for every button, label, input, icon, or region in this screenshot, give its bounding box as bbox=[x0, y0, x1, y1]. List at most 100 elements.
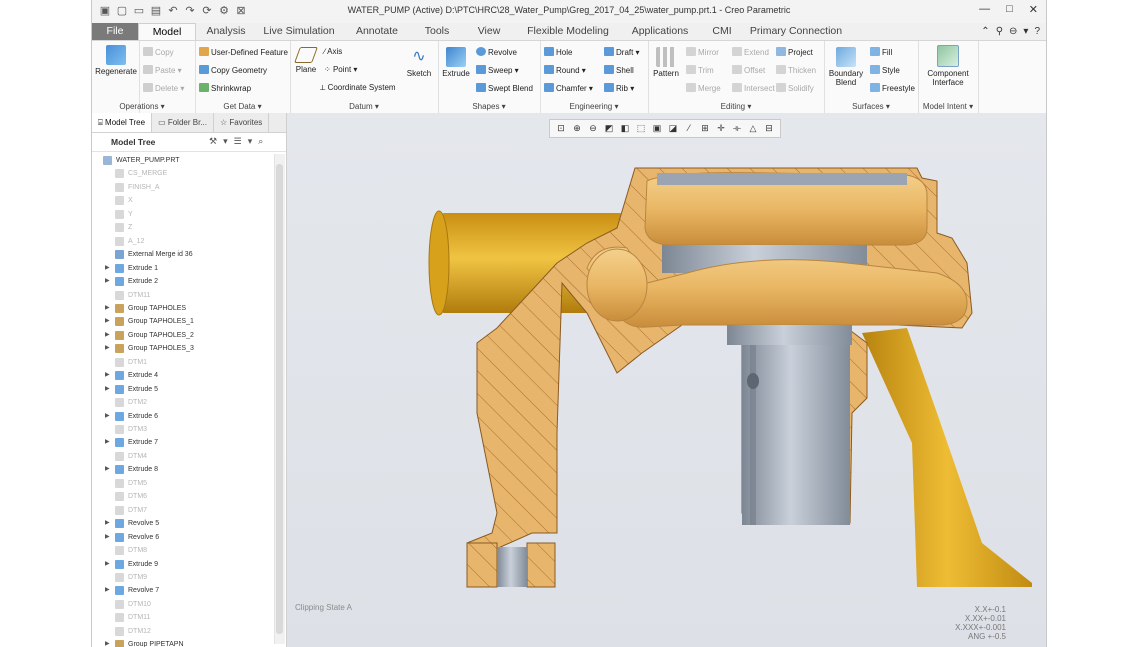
expand-arrow-icon[interactable]: ▶ bbox=[105, 369, 110, 382]
round-button[interactable]: Round ▾ bbox=[544, 65, 586, 76]
plane-button[interactable]: Plane bbox=[292, 47, 320, 74]
thicken-button[interactable]: Thicken bbox=[776, 65, 816, 76]
sweep-button[interactable]: Sweep ▾ bbox=[476, 65, 519, 76]
merge-button[interactable]: Merge bbox=[686, 83, 721, 94]
annotation-display-icon[interactable]: ⊞ bbox=[698, 122, 712, 135]
close-button[interactable]: ✕ bbox=[1029, 3, 1038, 16]
solidify-button[interactable]: Solidify bbox=[776, 83, 814, 94]
datum-display-icon[interactable]: ⁄ bbox=[682, 122, 696, 135]
sketch-button[interactable]: ∿ Sketch bbox=[404, 47, 434, 78]
tab-tools[interactable]: Tools bbox=[412, 23, 462, 40]
expand-arrow-icon[interactable]: ▶ bbox=[105, 531, 110, 544]
inlet-pipe-end[interactable] bbox=[428, 210, 450, 316]
tab-primary-connection[interactable]: Primary Connection bbox=[744, 23, 848, 40]
refit-icon[interactable]: ⊡ bbox=[554, 122, 568, 135]
chevron-down-icon[interactable]: ▾ bbox=[248, 136, 253, 147]
graphics-viewport[interactable]: ⊡ ⊕ ⊖ ◩ ◧ ⬚ ▣ ◪ ⁄ ⊞ ✛ ⟛ △ ⊟ Clipping Sta… bbox=[287, 113, 1046, 647]
help-icon[interactable]: ? bbox=[1034, 26, 1040, 37]
tab-applications[interactable]: Applications bbox=[620, 23, 700, 40]
center-foot-pad[interactable] bbox=[526, 542, 556, 588]
group-label-model-intent[interactable]: Model Intent ▾ bbox=[918, 102, 978, 111]
freestyle-button[interactable]: Freestyle bbox=[870, 83, 915, 94]
saved-orientations-icon[interactable]: ⬚ bbox=[634, 122, 648, 135]
trim-button[interactable]: Trim bbox=[686, 65, 714, 76]
volute-tongue[interactable] bbox=[586, 248, 648, 322]
chamfer-button[interactable]: Chamfer ▾ bbox=[544, 83, 593, 94]
minimize-button[interactable]: — bbox=[979, 3, 990, 16]
tree-scrollbar[interactable] bbox=[274, 154, 285, 644]
zoom-out-icon[interactable]: ⊖ bbox=[586, 122, 600, 135]
axis-button[interactable]: ∕ Axis bbox=[324, 47, 342, 57]
expand-arrow-icon[interactable]: ▶ bbox=[105, 584, 110, 597]
expand-arrow-icon[interactable]: ▶ bbox=[105, 315, 110, 328]
oil-port-hole[interactable] bbox=[747, 373, 759, 389]
group-label-surfaces[interactable]: Surfaces ▾ bbox=[824, 102, 918, 111]
search-icon[interactable]: ⚲ bbox=[996, 26, 1003, 37]
view-options-icon[interactable]: ⊟ bbox=[762, 122, 776, 135]
right-support-leg[interactable] bbox=[862, 328, 1032, 587]
expand-arrow-icon[interactable]: ▶ bbox=[105, 436, 110, 449]
hole-button[interactable]: Hole bbox=[544, 47, 572, 58]
group-label-shapes[interactable]: Shapes ▾ bbox=[438, 102, 540, 111]
extend-button[interactable]: Extend bbox=[732, 47, 769, 58]
pattern-button[interactable]: Pattern bbox=[650, 47, 682, 78]
group-label-get-data[interactable]: Get Data ▾ bbox=[195, 102, 290, 111]
repaint-icon[interactable]: ◩ bbox=[602, 122, 616, 135]
chevron-down-icon[interactable]: ▾ bbox=[223, 136, 228, 147]
tab-model-tree[interactable]: ⌸ Model Tree bbox=[92, 113, 153, 132]
group-label-engineering[interactable]: Engineering ▾ bbox=[540, 102, 648, 111]
group-label-editing[interactable]: Editing ▾ bbox=[648, 102, 824, 111]
tab-folder-browser[interactable]: ▭ Folder Br... bbox=[152, 113, 214, 132]
tree-filter-icon[interactable]: ⌕ bbox=[258, 136, 263, 147]
ribbon-expand-icon[interactable]: ⌃ bbox=[981, 26, 989, 37]
zoom-in-icon[interactable]: ⊕ bbox=[570, 122, 584, 135]
chevron-down-icon[interactable]: ▾ bbox=[1023, 26, 1028, 37]
expand-arrow-icon[interactable]: ▶ bbox=[105, 558, 110, 571]
style-button[interactable]: Style bbox=[870, 65, 900, 76]
options-icon[interactable]: ⊖ bbox=[1009, 26, 1017, 37]
tab-favorites[interactable]: ☆ Favorites bbox=[214, 113, 270, 132]
swept-blend-button[interactable]: Swept Blend bbox=[476, 83, 533, 94]
scrollbar-thumb[interactable] bbox=[276, 164, 283, 634]
intersect-button[interactable]: Intersect bbox=[732, 83, 775, 94]
copy-button[interactable]: Copy bbox=[143, 47, 174, 58]
shaft-bore[interactable] bbox=[742, 345, 850, 525]
shaft-bore-top[interactable] bbox=[727, 325, 852, 345]
extrude-button[interactable]: Extrude bbox=[440, 47, 472, 78]
tab-flexible-modeling[interactable]: Flexible Modeling bbox=[516, 23, 620, 40]
tab-analysis[interactable]: Analysis bbox=[196, 23, 256, 40]
regenerate-button[interactable]: Regenerate bbox=[94, 45, 138, 76]
boundary-blend-button[interactable]: Boundary Blend bbox=[826, 47, 866, 87]
spin-center-icon[interactable]: ✛ bbox=[714, 122, 728, 135]
bolt-hole-steel[interactable] bbox=[497, 547, 527, 587]
expand-arrow-icon[interactable]: ▶ bbox=[105, 638, 110, 647]
perspective-icon[interactable]: ◪ bbox=[666, 122, 680, 135]
shrinkwrap-button[interactable]: Shrinkwrap bbox=[199, 83, 251, 94]
mirror-button[interactable]: Mirror bbox=[686, 47, 719, 58]
paste-button[interactable]: Paste ▾ bbox=[143, 65, 182, 76]
expand-arrow-icon[interactable]: ▶ bbox=[105, 410, 110, 423]
coordinate-system-button[interactable]: ⟂ Coordinate System bbox=[320, 83, 396, 93]
view-manager-icon[interactable]: ▣ bbox=[650, 122, 664, 135]
expand-arrow-icon[interactable]: ▶ bbox=[105, 342, 110, 355]
expand-arrow-icon[interactable]: ▶ bbox=[105, 383, 110, 396]
delete-button[interactable]: Delete ▾ bbox=[143, 83, 184, 94]
expand-arrow-icon[interactable]: ▶ bbox=[105, 302, 110, 315]
group-label-datum[interactable]: Datum ▾ bbox=[290, 102, 438, 111]
expand-arrow-icon[interactable]: ▶ bbox=[105, 275, 110, 288]
display-style-icon[interactable]: ◧ bbox=[618, 122, 632, 135]
expand-arrow-icon[interactable]: ▶ bbox=[105, 517, 110, 530]
tab-live-simulation[interactable]: Live Simulation bbox=[256, 23, 342, 40]
draft-button[interactable]: Draft ▾ bbox=[604, 47, 640, 58]
rib-button[interactable]: Rib ▾ bbox=[604, 83, 634, 94]
project-button[interactable]: Project bbox=[776, 47, 813, 58]
shell-button[interactable]: Shell bbox=[604, 65, 634, 76]
section-icon[interactable]: ⟛ bbox=[730, 122, 744, 135]
expand-arrow-icon[interactable]: ▶ bbox=[105, 262, 110, 275]
appearance-icon[interactable]: △ bbox=[746, 122, 760, 135]
expand-arrow-icon[interactable]: ▶ bbox=[105, 463, 110, 476]
tab-annotate[interactable]: Annotate bbox=[342, 23, 412, 40]
tab-file[interactable]: File bbox=[92, 23, 138, 40]
impeller-cap-ring[interactable] bbox=[657, 173, 907, 185]
left-foot-pad[interactable] bbox=[466, 542, 498, 588]
